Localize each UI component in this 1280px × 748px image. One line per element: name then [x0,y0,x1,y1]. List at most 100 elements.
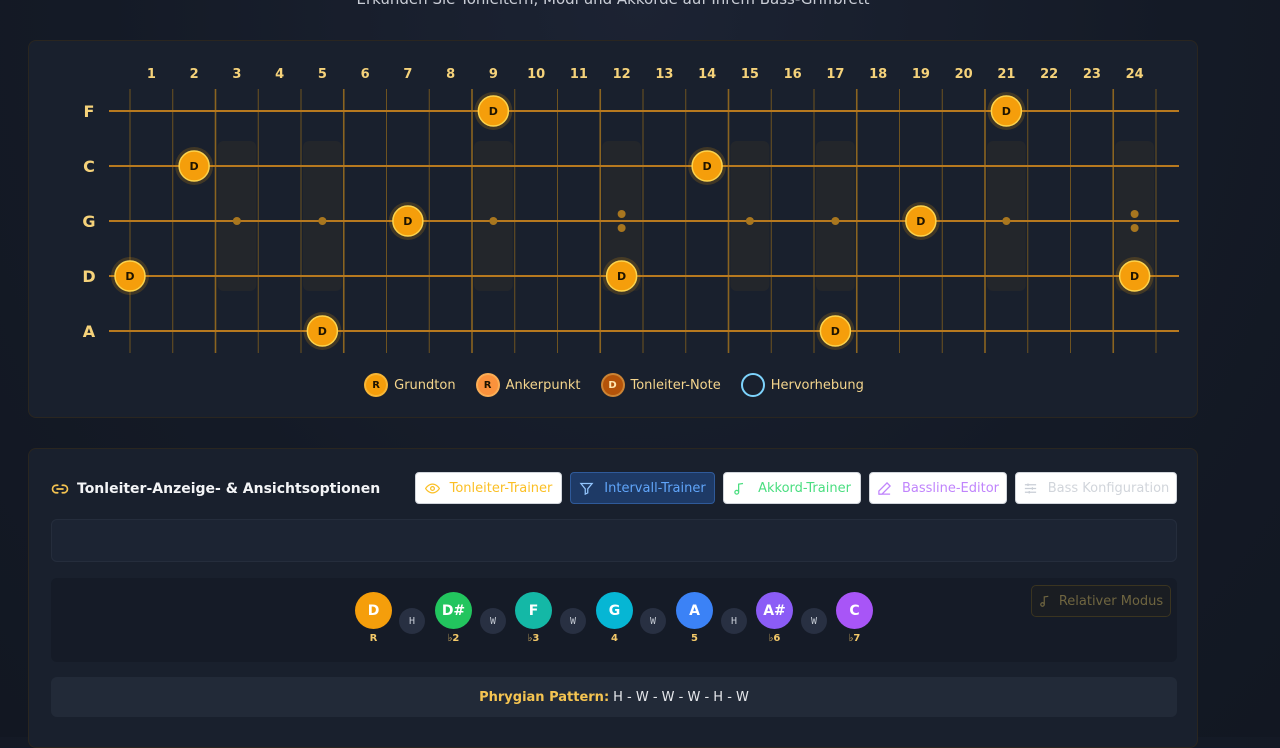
inlay-dot [318,217,327,225]
legend-root-dot: R [364,373,389,397]
note-label: D [1130,270,1139,283]
eye-icon [424,482,440,494]
fret-number: 22 [1040,67,1058,82]
scale-note-degree: 5 [691,633,698,644]
fret-number: 11 [570,67,588,82]
fret-number: 21 [997,67,1015,82]
scale-note[interactable]: D R [355,592,392,644]
scale-note-circle: D# [435,592,472,629]
inlay-glow [987,141,1026,291]
scale-note[interactable]: D# ♭2 [435,592,472,644]
scale-note-circle: F [515,592,552,629]
note-label: D [617,270,626,283]
note-label: D [125,270,134,283]
display-options-panel [51,519,1177,562]
inlay-dot [831,217,840,225]
scale-note[interactable]: A# ♭6 [756,592,793,644]
chord-trainer-label: Akkord-Trainer [758,480,851,496]
legend-highlight-dot [740,373,765,397]
bassline-editor-button[interactable]: Bassline-Editor [869,472,1007,504]
note-label: D [403,215,412,228]
legend-anchor: R Ankerpunkt [475,373,581,397]
scale-note-circle: G [596,592,633,629]
note-label: D [190,160,199,173]
fret-number: 1 [147,67,156,82]
scale-pattern-panel: Phrygian Pattern: H - W - W - W - H - W [51,677,1177,717]
pattern-label: Phrygian Pattern: [479,689,610,705]
inlay-dot [1130,210,1139,218]
scale-note-degree: ♭7 [848,633,861,644]
interval-step: H [721,608,747,634]
legend-scale-note-dot: D [600,373,625,397]
fret-number: 20 [955,67,973,82]
fret-number: 6 [361,67,370,82]
options-title-text: Tonleiter-Anzeige- & Ansichtsoptionen [77,481,381,497]
scale-note-degree: ♭3 [527,633,540,644]
legend-root: R Grundton [364,373,456,397]
note-label: D [489,105,498,118]
relative-mode-label: Relativer Modus [1058,593,1164,609]
sliders-icon [1024,483,1036,493]
legend-scale-note-label: Tonleiter-Note [630,377,721,393]
relative-mode-button[interactable]: Relativer Modus [1031,585,1171,617]
fret-number: 2 [190,67,199,82]
inlay-dot [1130,224,1139,232]
fretboard-legend: R Grundton R Ankerpunkt D Tonleiter-Note… [29,373,1199,397]
fret-number: 5 [318,67,327,82]
scale-notes-panel: D R H D# ♭2 W F ♭3 W G 4 W A 5 H A# ♭6 W… [51,578,1177,662]
fret-number: 12 [613,67,631,82]
filter-icon [579,482,594,495]
fret-number: 17 [826,67,844,82]
fret-number: 8 [446,67,455,82]
fret-number: 23 [1083,67,1101,82]
scale-note-degree: R [369,633,378,644]
scale-trainer-button[interactable]: Tonleiter-Trainer [415,472,562,504]
legend-scale-note: D Tonleiter-Note [600,373,721,397]
fret-number: 15 [741,67,759,82]
fret-number: 14 [698,67,716,82]
scale-note-degree: 4 [611,633,618,644]
fret-number: 24 [1126,67,1144,82]
interval-step: W [801,608,827,634]
interval-step: H [399,608,425,634]
interval-trainer-label: Intervall-Trainer [604,480,706,496]
inlay-dot [617,224,626,232]
fret-number: 18 [869,67,887,82]
scale-note-degree: ♭6 [768,633,781,644]
inlay-dot [745,217,754,225]
fretboard[interactable]: 1 2 3 4 5 6 7 8 9 10 11 12 13 14 15 16 17 18 19 20 21 22 23 24F… [29,41,1199,371]
string-name: G [82,212,95,231]
interval-step: W [560,608,586,634]
note-label: D [916,215,925,228]
scale-note-circle: A# [756,592,793,629]
note-label: D [318,325,327,338]
scale-note[interactable]: F ♭3 [515,592,552,644]
options-card: Tonleiter-Anzeige- & Ansichtsoptionen To… [28,448,1198,748]
scale-note[interactable]: G 4 [596,592,633,644]
note-label: D [1002,105,1011,118]
interval-trainer-button[interactable]: Intervall-Trainer [570,472,715,504]
legend-anchor-label: Ankerpunkt [505,377,581,393]
inlay-dot [1002,217,1011,225]
scale-note[interactable]: C ♭7 [836,592,873,644]
interval-step: W [480,608,506,634]
pencil-icon [878,481,891,495]
legend-highlight-label: Hervorhebung [770,377,864,393]
inlay-glow [303,141,342,291]
scale-note-circle: A [676,592,713,629]
inlay-glow [474,141,513,291]
inlay-glow [816,141,855,291]
fret-number: 13 [655,67,673,82]
music-note-icon [1039,595,1049,607]
string-name: C [83,157,95,176]
bass-config-button[interactable]: Bass Konfiguration [1015,472,1177,504]
chord-trainer-button[interactable]: Akkord-Trainer [723,472,861,504]
inlay-dot [489,217,498,225]
interval-step: W [640,608,666,634]
legend-root-label: Grundton [394,377,456,393]
scale-note-circle: D [355,592,392,629]
scale-note[interactable]: A 5 [676,592,713,644]
fret-number: 3 [232,67,241,82]
bass-config-label: Bass Konfiguration [1047,480,1170,496]
link-icon [51,484,69,494]
